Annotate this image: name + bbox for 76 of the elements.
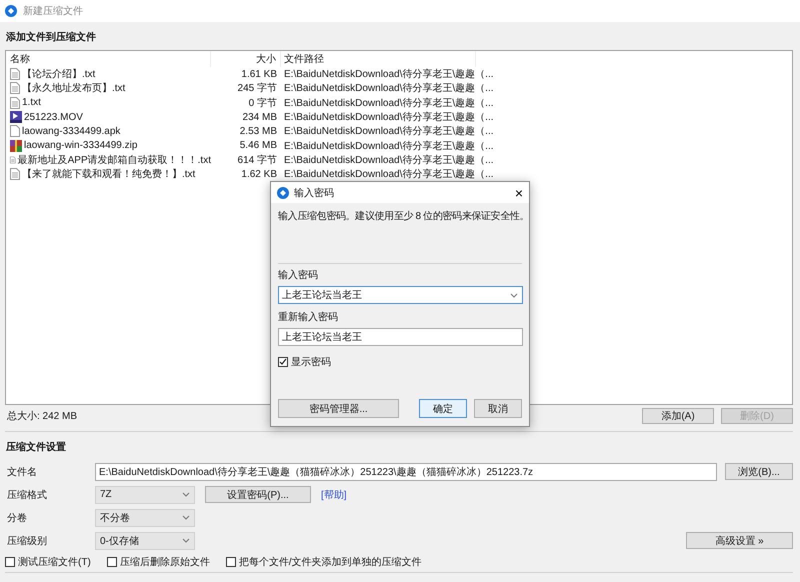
dialog-title: 输入密码 [294,186,335,200]
field-label: 重新输入密码 [278,310,339,325]
section-heading: 压缩文件设置 [5,440,67,455]
set-password-button[interactable]: 设置密码(P)... [205,486,311,503]
level-select[interactable]: 0-仅存储 [95,532,195,550]
checkbox[interactable] [278,357,288,367]
file-name: laowang-win-3334499.zip [24,140,138,152]
caret-icon [182,492,190,497]
text-file-icon [10,168,20,180]
checkbox[interactable] [106,557,117,567]
advanced-settings-button[interactable]: 高级设置 » [686,532,793,549]
text-file-icon [10,82,20,94]
file-path: E:\BaiduNetdiskDownload\待分享老王\趣趣（... [284,154,494,166]
checkbox[interactable] [226,557,236,567]
file-size: 2.53 MB [240,126,277,137]
file-size: 234 MB [242,112,277,123]
section-heading: 添加文件到压缩文件 [5,30,97,45]
field-label: 输入密码 [278,268,319,283]
app-logo-icon [277,186,289,198]
browse-button[interactable]: 浏览(B)... [725,463,793,480]
checkbox-label: 压缩后删除原始文件 [120,556,210,569]
close-button[interactable]: × [514,186,523,200]
app-logo-icon [5,5,17,17]
caret-icon [182,515,190,520]
split-select[interactable]: 不分卷 [95,508,195,526]
file-path: E:\BaiduNetdiskDownload\待分享老王\趣趣（... [284,140,494,152]
text-file-icon [10,96,20,109]
total-size: 总大小: 242 MB [6,410,78,423]
file-name: laowang-3334499.apk [22,126,120,137]
checkbox-label: 测试压缩文件(T) [18,556,91,569]
window-title: 新建压缩文件 [23,4,83,18]
column-header[interactable]: 大小 [211,51,281,67]
file-name: 【永久地址发布页】.txt [22,82,126,96]
column-header[interactable]: 文件路径 [281,51,476,67]
text-file-icon [10,68,20,80]
ok-button[interactable]: 确定 [419,399,467,418]
file-path: E:\BaiduNetdiskDownload\待分享老王\趣趣（... [284,83,494,94]
file-name-field[interactable]: E:\BaiduNetdiskDownload\待分享老王\趣趣（猫猫碎冰冰）251223\趣趣（猫猫碎冰冰）251223.7z [95,462,717,480]
file-name: 【论坛介绍】.txt [22,68,96,82]
file-size: 5.46 MB [240,140,277,152]
file-name: 1.txt [22,97,41,108]
file-size: 1.61 KB [241,68,277,80]
text-file-icon [10,154,16,166]
file-size: 0 字节 [248,98,277,109]
file-size: 245 字节 [238,83,277,94]
file-name: 251223.MOV [24,112,83,123]
repeat-password-field[interactable]: 上老王论坛当老王 [278,328,523,346]
format-select[interactable]: 7Z [95,486,195,504]
caret-icon [182,538,190,543]
file-name: 【来了就能下载和观看！纯免费！】.txt [22,168,196,182]
checkbox-label: 把每个文件/文件夹添加到单独的压缩文件 [238,556,422,569]
file-path: E:\BaiduNetdiskDownload\待分享老王\趣趣（... [284,126,494,138]
file-name: 最新地址及APP请发邮箱自动获取！！！.txt [18,154,211,167]
caret-icon [510,292,518,298]
file-path: E:\BaiduNetdiskDownload\待分享老王\趣趣（... [284,98,494,109]
column-header[interactable]: 名称 [6,51,211,67]
field-label: 压缩格式 [6,488,48,502]
password-field[interactable]: 上老王论坛当老王 [278,286,523,304]
dialog-hint: 输入压缩包密码。建议使用至少 8 位的密码来保证安全性。 [278,210,522,224]
file-path: E:\BaiduNetdiskDownload\待分享老王\趣趣（... [284,169,494,180]
help-link[interactable]: [帮助] [321,488,347,502]
file-size: 614 字节 [238,154,277,166]
checkbox-label: 显示密码 [291,356,331,369]
file-size: 1.62 KB [241,168,277,180]
field-label: 文件名 [6,466,38,478]
checkbox[interactable] [5,557,15,567]
add-button[interactable]: 添加(A) [642,408,714,424]
file-path: E:\BaiduNetdiskDownload\待分享老王\趣趣（... [284,69,494,80]
field-label: 压缩级别 [6,534,48,548]
file-path: E:\BaiduNetdiskDownload\待分享老王\趣趣（... [284,112,494,124]
password-manager-button[interactable]: 密码管理器... [278,399,399,418]
field-label: 分卷 [6,512,28,524]
file-icon [10,125,20,138]
archive-icon [10,140,22,152]
video-file-icon [10,111,22,124]
cancel-button[interactable]: 取消 [474,399,522,418]
